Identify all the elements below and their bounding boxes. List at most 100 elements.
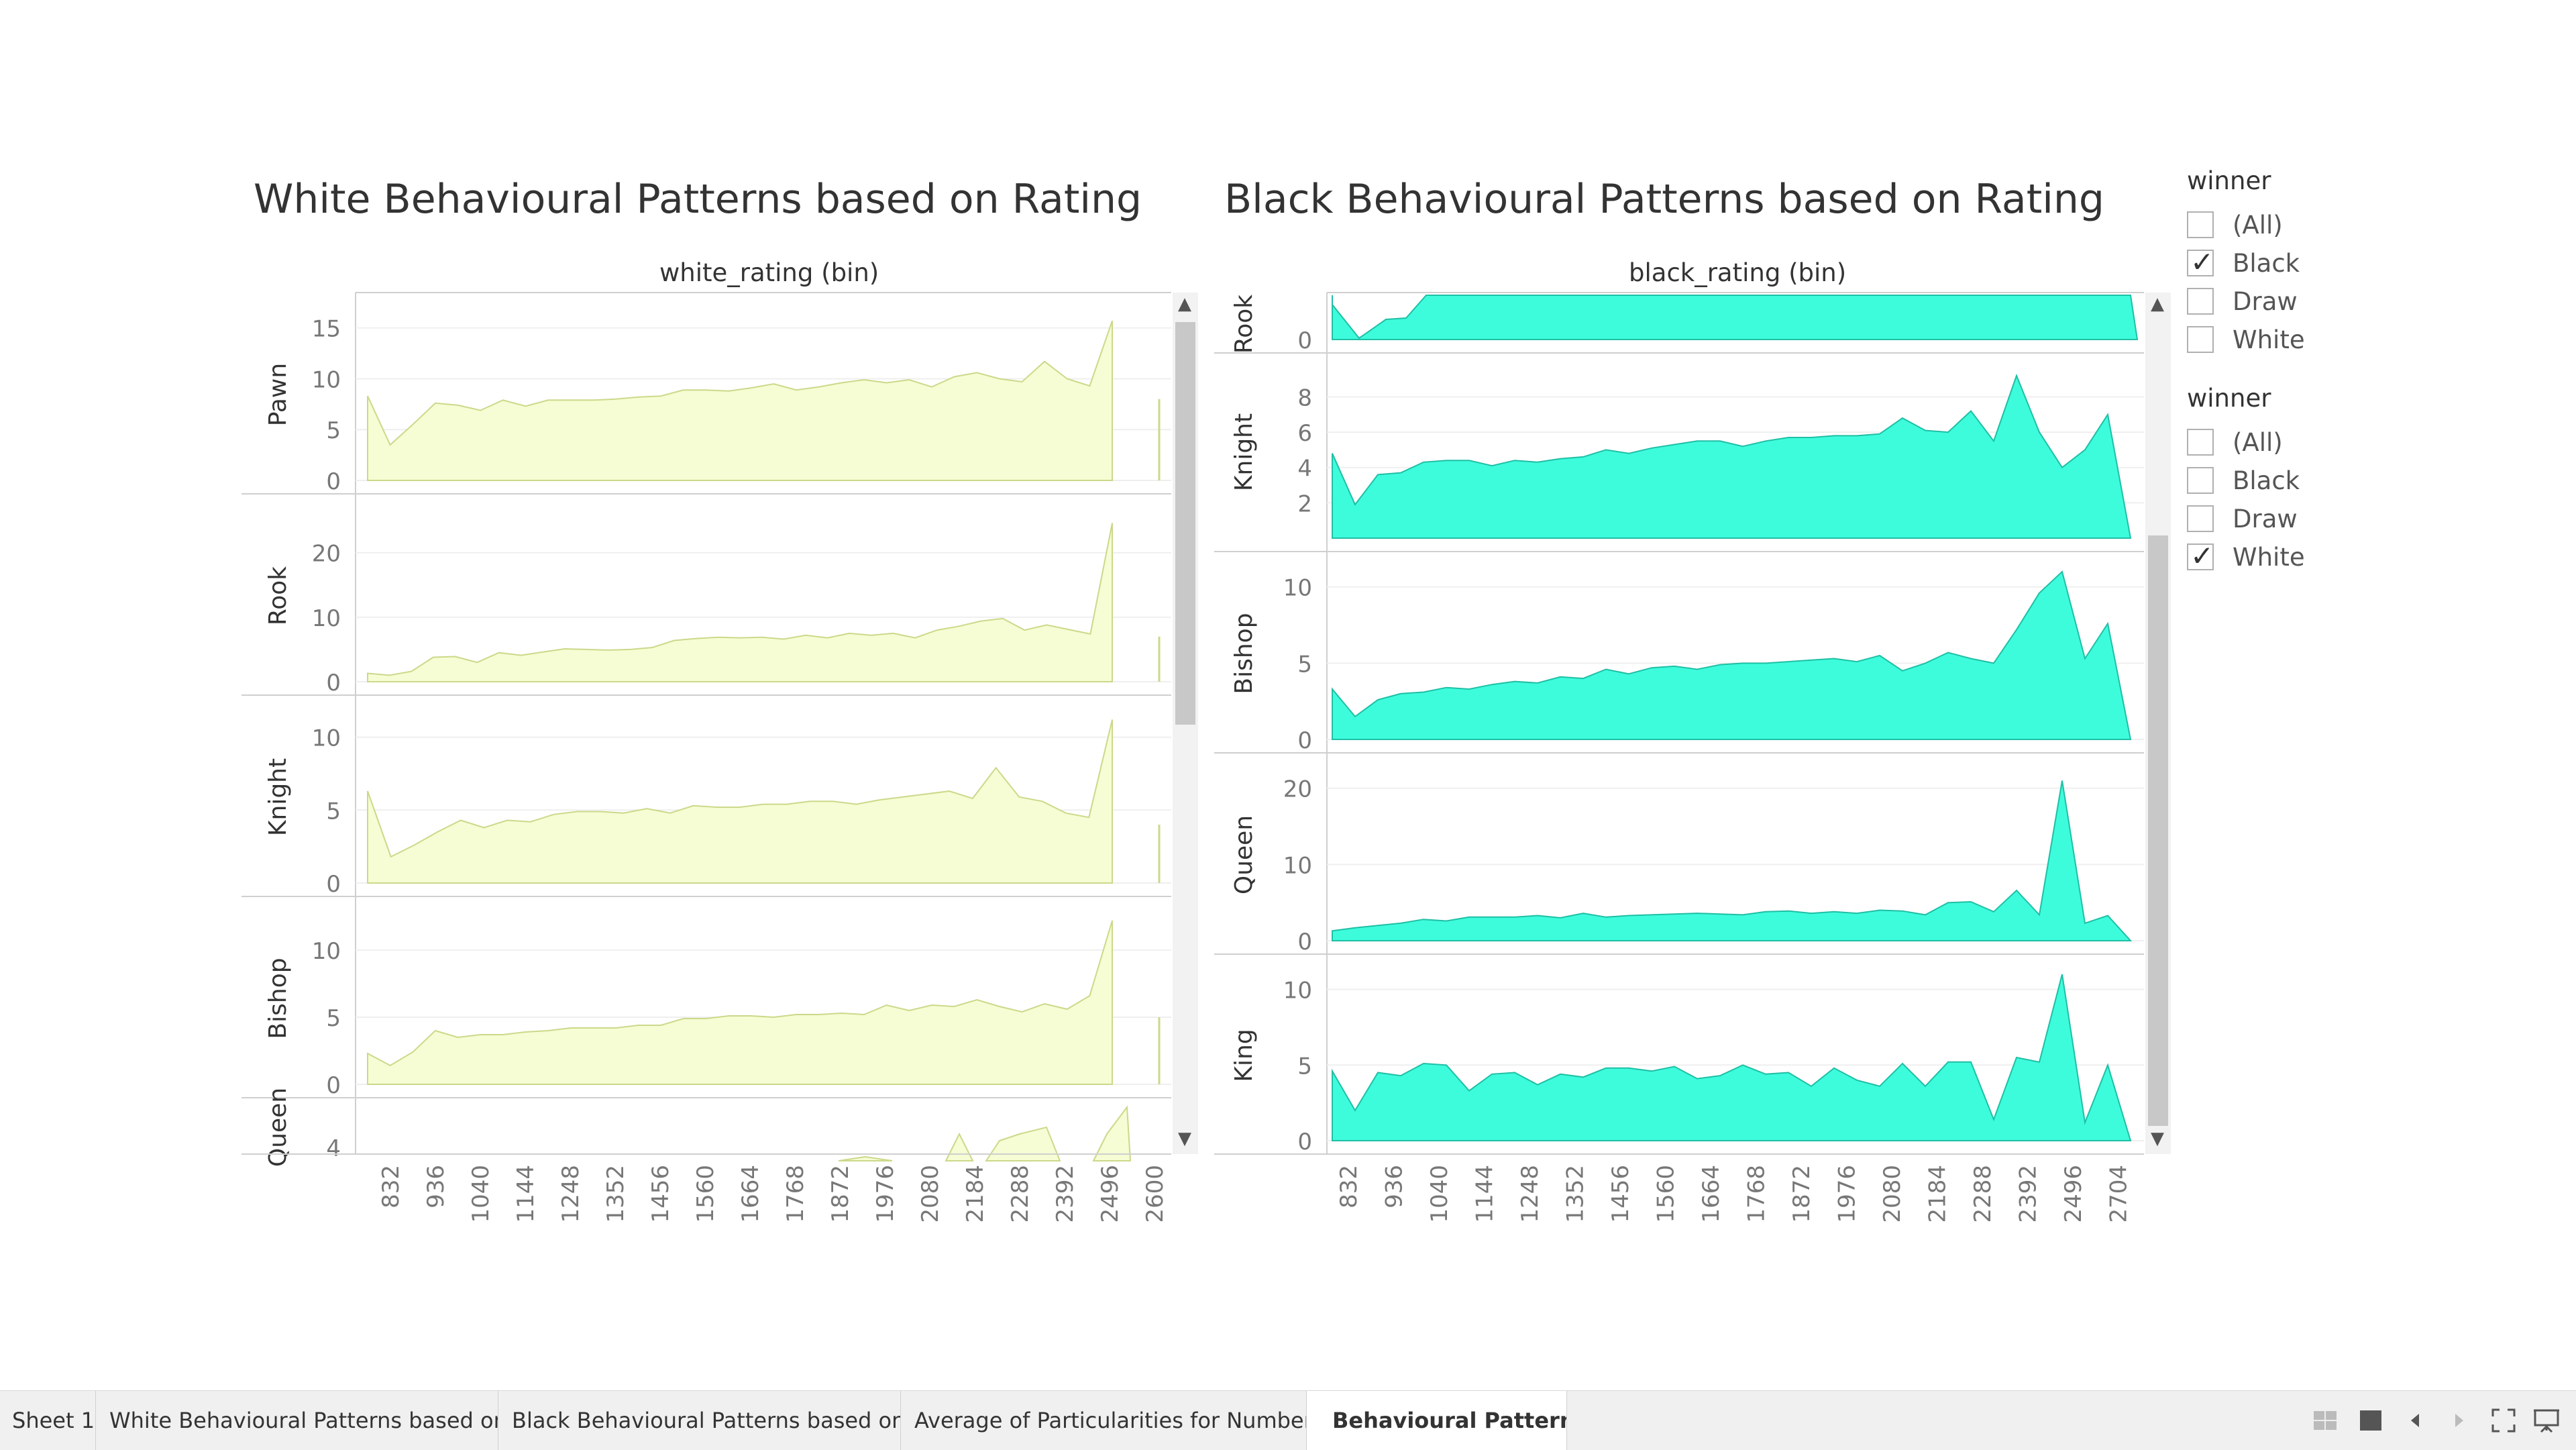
area-series (1332, 374, 2132, 539)
area-series (838, 1105, 1132, 1161)
row-king: King 0 5 10 (1214, 974, 2144, 1155)
row-rook: Rook 0 (1214, 295, 2144, 354)
checkbox-checked-icon[interactable] (2187, 246, 2214, 278)
white-column-header: white_rating (bin) (659, 258, 879, 287)
y-tick-label: 6 (1297, 420, 1312, 447)
white-chart-title: White Behavioural Patterns based on Rati… (254, 176, 1142, 223)
previous-sheet-icon[interactable] (2400, 1406, 2430, 1435)
x-tick-label: 1768 (1743, 1165, 1770, 1223)
row-label: King (1230, 1029, 1258, 1082)
area-series (1332, 295, 2139, 340)
x-tick-label: 1248 (1517, 1165, 1544, 1223)
scroll-up-icon[interactable]: ▲ (2151, 294, 2164, 314)
winner-filter-2: winner (All) Black Draw White (2187, 384, 2522, 599)
x-tick-label: 1664 (1698, 1165, 1725, 1223)
black-column-header: black_rating (bin) (1629, 258, 1847, 287)
white-scroll-thumb[interactable] (1175, 322, 1195, 725)
checkbox-icon[interactable] (2187, 505, 2214, 532)
y-tick-label: 20 (1283, 776, 1312, 803)
black-chart-scrollbar[interactable]: ▲ ▼ (2145, 293, 2171, 1154)
sheet-tab-bar: Sheet 1 White Behavioural Patterns based… (0, 1390, 2576, 1450)
y-tick-label: 5 (1297, 651, 1312, 678)
row-knight: Knight 2 4 6 8 (1214, 374, 2144, 552)
checkbox-checked-icon[interactable] (2187, 539, 2214, 572)
x-tick-label: 2704 (2106, 1165, 2133, 1223)
area-series (367, 320, 1113, 481)
y-tick-label: 0 (326, 670, 341, 696)
filter-option-all[interactable]: (All) (2187, 425, 2283, 459)
x-tick-label: 2080 (917, 1165, 944, 1223)
filter-option-black[interactable]: Black (2187, 464, 2300, 497)
checkbox-icon[interactable] (2187, 467, 2214, 494)
x-tick-label: 1040 (468, 1165, 494, 1223)
filter-option-draw[interactable]: Draw (2187, 284, 2298, 318)
row-label: Bishop (264, 957, 292, 1039)
filter-option-black[interactable]: Black (2187, 246, 2300, 280)
scroll-down-icon[interactable]: ▼ (2151, 1129, 2164, 1149)
y-tick-label: 0 (1297, 929, 1312, 955)
y-tick-label: 10 (1283, 575, 1312, 602)
tab-white-patterns[interactable]: White Behavioural Patterns based on R... (96, 1391, 498, 1450)
area-series (1332, 780, 2133, 941)
tab-average-particularities[interactable]: Average of Particularities for Number o.… (901, 1391, 1307, 1450)
tab-sheet-1[interactable]: Sheet 1 (0, 1391, 96, 1450)
checkbox-icon[interactable] (2187, 288, 2214, 315)
y-tick-label: 5 (326, 798, 341, 825)
row-bishop: Bishop 0 5 10 (1214, 570, 2144, 754)
y-tick-label: 10 (312, 938, 341, 965)
white-behaviour-chart: Pawn 0 5 10 15 Rook 0 10 20 Knight 0 5 10 Bishop 0 5 10 Q… (241, 292, 1171, 1223)
scroll-up-icon[interactable]: ▲ (1178, 294, 1191, 314)
x-tick-label: 1040 (1426, 1165, 1453, 1223)
filter-title: winner (2187, 384, 2271, 413)
row-queen: Queen 0 10 20 (1214, 776, 2144, 955)
y-tick-label: 10 (312, 725, 341, 752)
y-tick-label: 10 (1283, 978, 1312, 1004)
checkbox-icon[interactable] (2187, 326, 2214, 353)
y-tick-label: 4 (326, 1135, 341, 1162)
x-tick-label: 1560 (1653, 1165, 1680, 1223)
filter-option-white[interactable]: White (2187, 323, 2305, 356)
area-series (1332, 974, 2132, 1141)
checkbox-icon[interactable] (2187, 211, 2214, 238)
row-label: Queen (264, 1088, 292, 1167)
x-tick-label: 2392 (2015, 1165, 2042, 1223)
row-label: Knight (264, 758, 292, 836)
show-sheet-sorter-icon[interactable] (2310, 1406, 2340, 1435)
x-tick-label: 2496 (1097, 1165, 1124, 1223)
y-tick-label: 0 (326, 1072, 341, 1099)
filter-option-white[interactable]: White (2187, 539, 2305, 574)
presentation-mode-icon[interactable] (2532, 1406, 2561, 1435)
x-tick-label: 2288 (1970, 1165, 1996, 1223)
tab-behavioural-patterns[interactable]: Behavioural Patterns (1307, 1391, 1567, 1450)
y-tick-label: 8 (1297, 384, 1312, 411)
area-series (367, 523, 1113, 682)
x-tick-label: 2600 (1142, 1165, 1169, 1223)
filter-option-all[interactable]: (All) (2187, 208, 2283, 242)
fullscreen-icon[interactable] (2489, 1406, 2518, 1435)
black-scroll-thumb[interactable] (2148, 535, 2168, 1126)
x-tick-label: 2496 (2060, 1165, 2087, 1223)
scroll-down-icon[interactable]: ▼ (1178, 1129, 1191, 1149)
area-series (1332, 570, 2132, 740)
area-series (367, 719, 1113, 884)
x-tick-label: 936 (1381, 1165, 1408, 1208)
x-tick-label: 1976 (872, 1165, 899, 1223)
checkbox-icon[interactable] (2187, 429, 2214, 456)
y-tick-label: 0 (1297, 327, 1312, 354)
x-tick-label: 1456 (1607, 1165, 1634, 1223)
y-tick-label: 0 (326, 871, 341, 898)
row-label: Rook (1230, 295, 1258, 354)
x-tick-label: 1560 (692, 1165, 719, 1223)
filter-option-draw[interactable]: Draw (2187, 502, 2298, 535)
tab-black-patterns[interactable]: Black Behavioural Patterns based on R... (498, 1391, 901, 1450)
y-tick-label: 2 (1297, 490, 1312, 517)
x-tick-label: 2080 (1879, 1165, 1906, 1223)
y-tick-label: 10 (312, 605, 341, 632)
row-bishop: Bishop 0 5 10 (241, 920, 1171, 1099)
row-label: Rook (264, 566, 292, 625)
show-tabs-icon[interactable] (2356, 1406, 2385, 1435)
white-chart-scrollbar[interactable]: ▲ ▼ (1173, 293, 1198, 1154)
row-rook: Rook 0 10 20 (241, 523, 1171, 696)
next-sheet-icon[interactable] (2445, 1406, 2474, 1435)
black-behaviour-chart: Rook 0 Knight 2 4 6 8 Bishop 0 5 10 Queen 0 10 20 King 0… (1214, 292, 2144, 1223)
